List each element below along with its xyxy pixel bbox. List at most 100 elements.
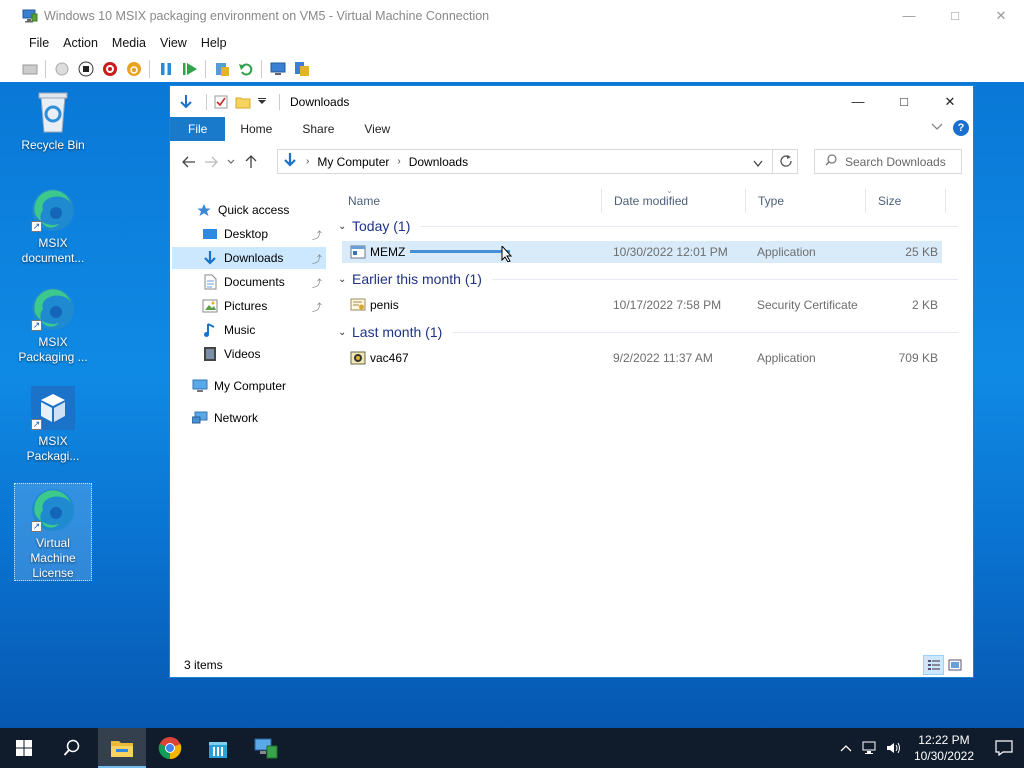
taskbar-msix-packaging-tool[interactable] bbox=[194, 728, 242, 768]
ctrl-alt-del-icon[interactable] bbox=[21, 60, 38, 77]
nav-documents[interactable]: Documents ⤴ bbox=[172, 271, 326, 293]
desktop-icon-recycle-bin[interactable]: Recycle Bin bbox=[14, 88, 92, 153]
search-input[interactable]: Search Downloads bbox=[814, 149, 962, 174]
desktop-icon-virtual-machine-license[interactable]: ↗ Virtual Machine License bbox=[14, 483, 92, 581]
turn-off-icon[interactable] bbox=[77, 60, 94, 77]
save-state-icon[interactable] bbox=[125, 60, 142, 77]
desktop-icon-label: MSIX document... bbox=[21, 236, 85, 265]
nav-music[interactable]: Music bbox=[172, 319, 326, 341]
checkmark-icon[interactable] bbox=[213, 94, 229, 110]
column-header-date-modified[interactable]: Date modified ⌄ bbox=[602, 186, 746, 213]
explorer-title-bar: Downloads — □ ✕ bbox=[170, 86, 973, 117]
notifications-icon[interactable] bbox=[984, 740, 1024, 756]
volume-icon[interactable] bbox=[884, 741, 904, 755]
shortcut-arrow-icon: ↗ bbox=[31, 320, 42, 331]
clock[interactable]: 12:22 PM 10/30/2022 bbox=[914, 732, 974, 764]
checkpoint-icon[interactable] bbox=[213, 60, 230, 77]
refresh-icon bbox=[779, 155, 792, 167]
column-header-name[interactable]: Name bbox=[336, 189, 602, 213]
properties-icon[interactable] bbox=[178, 94, 194, 110]
new-folder-icon[interactable] bbox=[235, 94, 251, 110]
tab-share[interactable]: Share bbox=[287, 117, 349, 141]
details-view-button[interactable] bbox=[923, 655, 944, 675]
nav-my-computer[interactable]: My Computer bbox=[192, 375, 326, 397]
chevron-down-icon[interactable] bbox=[257, 97, 267, 107]
help-icon[interactable]: ? bbox=[953, 120, 969, 136]
resume-icon[interactable] bbox=[181, 60, 198, 77]
group-header-earlier-this-month[interactable]: ⌄ Earlier this month (1) bbox=[336, 268, 966, 290]
vm-close-button[interactable]: ✕ bbox=[978, 0, 1024, 31]
menu-media[interactable]: Media bbox=[105, 36, 153, 50]
nav-desktop[interactable]: Desktop ⤴ bbox=[172, 223, 326, 245]
refresh-button[interactable] bbox=[772, 149, 799, 174]
breadcrumb-downloads[interactable]: Downloads bbox=[409, 155, 468, 169]
desktop-icon-msix-document[interactable]: ↗ MSIX document... bbox=[14, 186, 92, 266]
menu-view[interactable]: View bbox=[153, 36, 194, 50]
nav-label: Network bbox=[214, 411, 259, 425]
menu-action[interactable]: Action bbox=[56, 36, 105, 50]
start-button[interactable] bbox=[0, 728, 48, 768]
start-icon[interactable] bbox=[53, 60, 70, 77]
revert-icon[interactable] bbox=[237, 60, 254, 77]
desktop-icon-msix-packaging-tool[interactable]: ↗ MSIX Packagi... bbox=[14, 384, 92, 464]
column-header-type[interactable]: Type bbox=[746, 189, 866, 213]
tab-file[interactable]: File bbox=[170, 117, 226, 141]
search-icon bbox=[63, 739, 80, 756]
application-icon bbox=[350, 245, 366, 259]
explorer-minimize-button[interactable]: — bbox=[835, 86, 881, 117]
pause-icon[interactable] bbox=[157, 60, 174, 77]
collapse-chevron-icon: ⌄ bbox=[338, 220, 347, 232]
enhanced-session-icon[interactable] bbox=[269, 60, 286, 77]
explorer-maximize-button[interactable]: □ bbox=[881, 86, 927, 117]
file-row-vac467[interactable]: vac467 9/2/2022 11:37 AM Application 709… bbox=[342, 347, 942, 369]
windows-logo-icon bbox=[16, 740, 32, 756]
vm-minimize-button[interactable]: — bbox=[886, 0, 932, 31]
share-icon[interactable] bbox=[293, 60, 310, 77]
nav-network[interactable]: Network bbox=[192, 407, 326, 429]
group-header-last-month[interactable]: ⌄ Last month (1) bbox=[336, 321, 966, 343]
column-label: Date modified bbox=[614, 194, 689, 208]
tab-view[interactable]: View bbox=[349, 117, 405, 141]
certificate-icon bbox=[350, 298, 366, 311]
group-header-today[interactable]: ⌄ Today (1) bbox=[336, 215, 966, 237]
nav-quick-access[interactable]: Quick access bbox=[196, 199, 326, 221]
explorer-close-button[interactable]: ✕ bbox=[927, 86, 973, 117]
menu-help[interactable]: Help bbox=[194, 36, 234, 50]
address-bar[interactable]: › My Computer › Downloads bbox=[277, 149, 798, 174]
file-size: 25 KB bbox=[905, 245, 938, 259]
menu-file[interactable]: File bbox=[22, 36, 56, 50]
msix-packaging-tool-icon bbox=[209, 742, 227, 758]
breadcrumb-separator-icon: › bbox=[306, 156, 310, 167]
taskbar-chrome[interactable] bbox=[146, 728, 194, 768]
nav-downloads[interactable]: Downloads ⤴ bbox=[172, 247, 326, 269]
large-icons-view-button[interactable] bbox=[944, 655, 965, 675]
back-button[interactable] bbox=[178, 156, 200, 168]
nav-videos[interactable]: Videos bbox=[172, 343, 326, 365]
chevron-up-icon[interactable] bbox=[836, 744, 856, 752]
tab-home[interactable]: Home bbox=[225, 117, 287, 141]
computer-icon bbox=[192, 378, 208, 394]
network-icon[interactable] bbox=[860, 741, 880, 755]
taskbar-file-explorer[interactable] bbox=[98, 728, 146, 768]
expand-ribbon-icon[interactable] bbox=[931, 121, 943, 135]
forward-button[interactable] bbox=[200, 156, 222, 168]
taskbar-vm-connection[interactable] bbox=[242, 728, 290, 768]
address-history-icon[interactable] bbox=[753, 157, 763, 171]
clock-date: 10/30/2022 bbox=[913, 749, 974, 763]
desktop-icon-label: MSIX Packagi... bbox=[26, 434, 80, 463]
up-button[interactable] bbox=[240, 155, 262, 169]
recent-locations-button[interactable] bbox=[222, 159, 240, 165]
nav-label: Music bbox=[224, 323, 256, 337]
file-size: 709 KB bbox=[898, 351, 938, 365]
breadcrumb-my-computer[interactable]: My Computer bbox=[317, 155, 389, 169]
file-name: penis bbox=[370, 298, 399, 312]
column-header-size[interactable]: Size bbox=[866, 189, 946, 213]
nav-label: Quick access bbox=[218, 203, 290, 217]
nav-pictures[interactable]: Pictures ⤴ bbox=[172, 295, 326, 317]
desktop-icon-msix-packaging-docs[interactable]: ↗ MSIX Packaging ... bbox=[14, 285, 92, 365]
file-row-certificate[interactable]: penis 10/17/2022 7:58 PM Security Certif… bbox=[342, 294, 942, 316]
shut-down-icon[interactable] bbox=[101, 60, 118, 77]
vm-left-strip bbox=[0, 31, 14, 82]
vm-maximize-button[interactable]: □ bbox=[932, 0, 978, 31]
search-button[interactable] bbox=[48, 728, 96, 768]
